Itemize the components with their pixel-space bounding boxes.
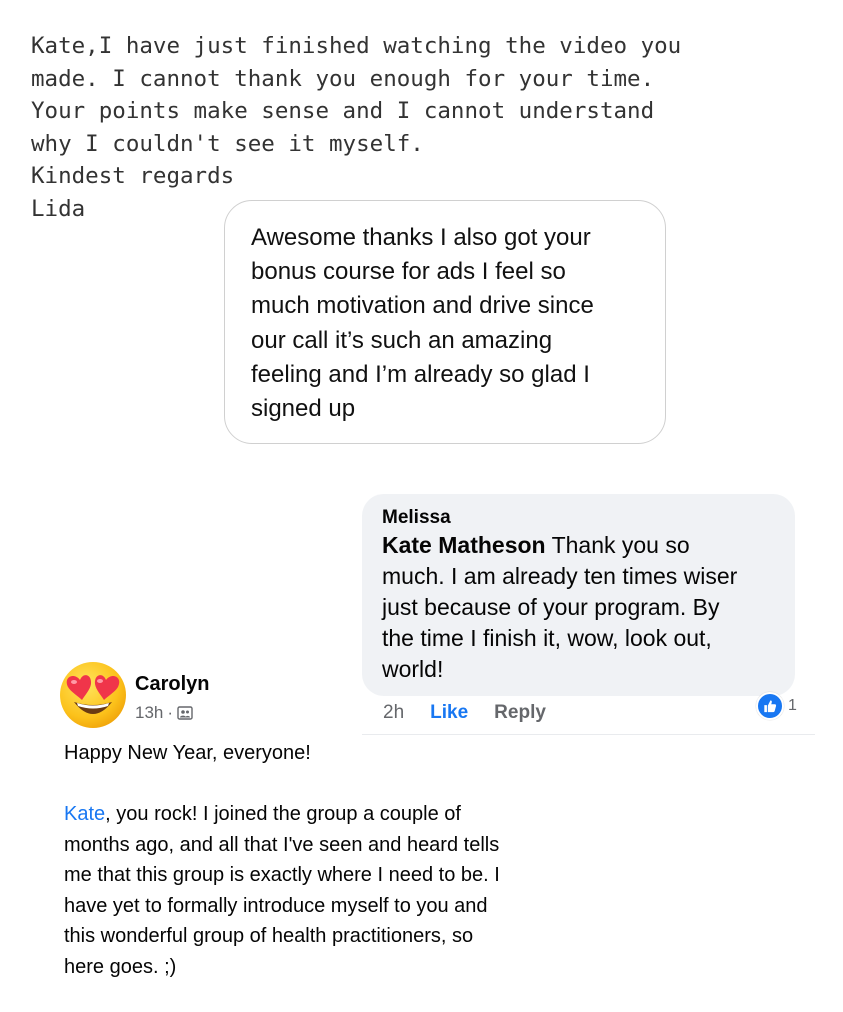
email-testimonial: Kate,I have just finished watching the v… [31,30,682,225]
post-text: , you rock! I joined the group a couple … [105,803,461,825]
email-signoff: Kindest regards [31,163,235,189]
email-line: Your points make sense and I cannot unde… [31,98,655,124]
post-text-line: months ago, and all that I've seen and h… [64,833,500,856]
comment-mention[interactable]: Kate Matheson [382,532,546,558]
comment-text: Thank you so [545,532,690,558]
post-body: Happy New Year, everyone! Kate, you rock… [64,738,604,982]
comment-timestamp[interactable]: 2h [383,702,404,724]
post-text-line: this wonderful group of health practitio… [64,925,474,947]
comment-text-line: world! [382,656,444,682]
post-text-line: have yet to formally introduce myself to… [64,894,488,917]
bubble-line: feeling and I’m already so glad I [251,360,590,388]
message-bubble: Awesome thanks I also got your bonus cou… [224,200,666,444]
reaction-summary[interactable]: 1 [756,692,797,720]
post-text-line: me that this group is exactly where I ne… [64,864,500,886]
divider [362,734,815,735]
post-mention-link[interactable]: Kate [64,803,105,825]
comment-author[interactable]: Melissa [382,506,775,530]
email-line: made. I cannot thank you enough for your… [31,65,655,92]
bubble-line: our call it’s such an amazing [251,326,553,354]
thumbs-up-icon [756,692,784,720]
bubble-line: Awesome thanks I also got your [251,224,591,251]
comment-actions: 2h Like Reply [383,700,546,726]
reaction-count: 1 [788,697,797,714]
bubble-line: signed up [251,395,356,423]
comment-text-line: much. I am already ten times wiser [382,563,738,589]
reply-button[interactable]: Reply [494,702,546,724]
heart-eyes-emoji-icon[interactable] [58,660,128,730]
like-button[interactable]: Like [430,702,468,724]
bubble-line: bonus course for ads I feel so [251,258,566,286]
comment-text-line: the time I finish it, wow, look out, [382,625,712,651]
email-line: why I couldn't see it myself. [31,130,424,157]
post-text-line: here goes. ;) [64,955,177,978]
comment-text-line: Kate Matheson Thank you so [382,530,775,561]
post-meta: 13h · [135,703,193,723]
email-line: Kate,I have just finished watching the v… [31,33,682,59]
bubble-line: much motivation and drive since [251,292,594,320]
meta-separator: · [167,703,174,722]
comment-bubble: Melissa Kate Matheson Thank you so much.… [362,494,795,696]
post-timestamp[interactable]: 13h [135,703,163,723]
post-text-line: Kate, you rock! I joined the group a cou… [64,799,604,830]
post-author[interactable]: Carolyn [135,673,209,696]
post-greeting: Happy New Year, everyone! [64,742,311,764]
group-icon [177,705,193,721]
comment-text-line: just because of your program. By [382,594,720,620]
